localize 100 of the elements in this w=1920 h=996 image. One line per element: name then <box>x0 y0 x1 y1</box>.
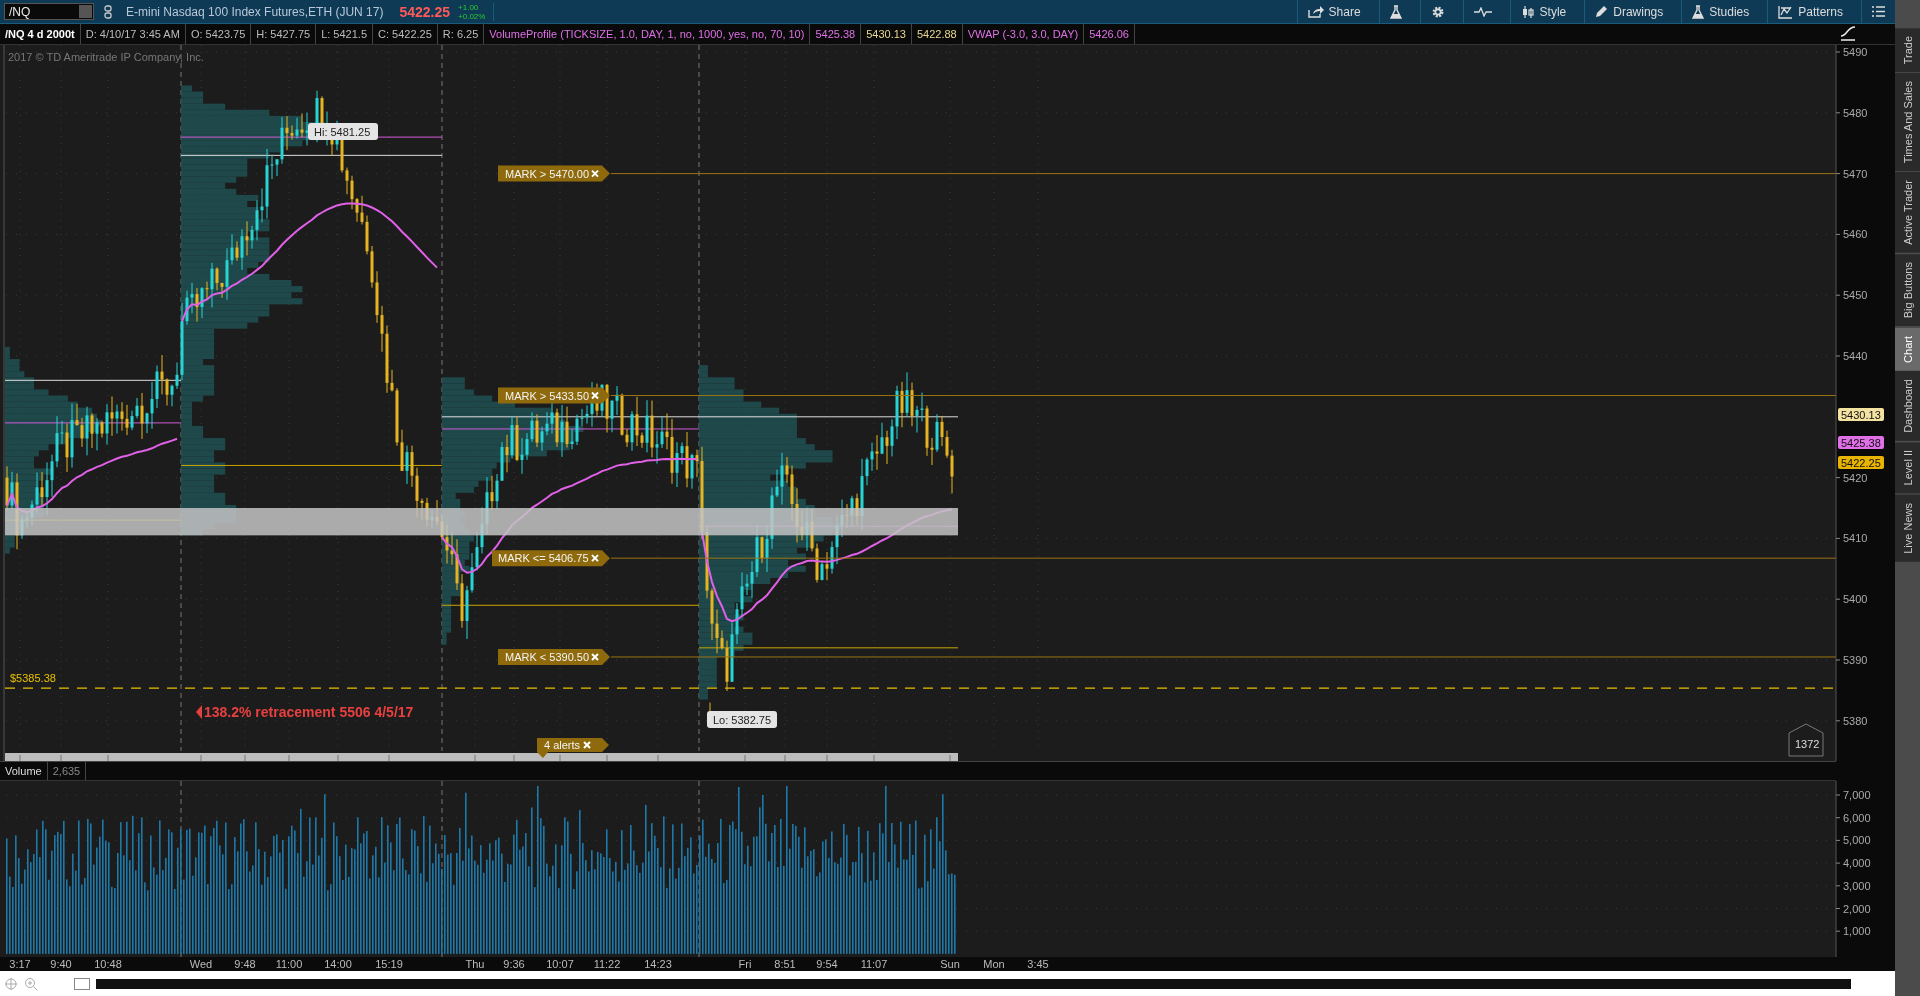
volume-tick-label: 3,000 <box>1843 879 1871 892</box>
time-axis-label: 14:23 <box>644 958 672 970</box>
ohlc-value: D: 4/10/17 3:45 AM <box>80 24 186 44</box>
time-axis-label: 9:54 <box>816 958 838 970</box>
price-tick-label: 5420 <box>1843 471 1868 484</box>
alerts-badge[interactable]: 4 alerts <box>537 738 609 758</box>
close-icon[interactable] <box>591 169 599 178</box>
study-value: VWAP (-3.0, 3.0, DAY) <box>962 24 1085 44</box>
price-tick-label: 5390 <box>1843 654 1868 666</box>
price-tick-label: 5400 <box>1843 593 1868 606</box>
volume-tick-label: 1,000 <box>1843 925 1871 938</box>
volume-tick-label: 5,000 <box>1843 834 1871 847</box>
left-triangle-icon <box>196 705 202 719</box>
volume-tick-label: 7,000 <box>1843 789 1871 801</box>
side-tab[interactable]: Level II <box>1895 442 1920 495</box>
rectangle-icon[interactable] <box>74 977 90 990</box>
ohlc-value: R: 6.25 <box>437 24 485 44</box>
flask-icon <box>1389 4 1402 19</box>
time-axis-label: 9:48 <box>234 958 256 970</box>
ohlc-value: C: 5422.25 <box>373 24 438 44</box>
price-marker: 5422.25 <box>1838 456 1884 469</box>
time-axis-label: 9:40 <box>50 958 72 970</box>
net-change: +1.00 <box>458 2 480 12</box>
price-tick-label: 5440 <box>1843 350 1868 362</box>
time-axis-label: 14:00 <box>324 958 352 970</box>
study-value: 5426.06 <box>1084 24 1135 44</box>
studies-button[interactable]: Studies <box>1681 0 1760 24</box>
time-axis-label: 9:36 <box>503 958 525 970</box>
study-value: VolumeProfile (TICKSIZE, 1.0, DAY, 1, no, 1000, yes, no, 70, 10) <box>484 24 811 44</box>
time-axis-label: 8:51 <box>774 958 796 970</box>
side-tab[interactable]: Trade <box>1895 28 1920 74</box>
share-button[interactable]: Share <box>1296 0 1371 24</box>
study-value: 5430.13 <box>861 24 912 44</box>
side-tab[interactable]: Times And Sales <box>1895 73 1920 173</box>
side-tab[interactable]: Dashboard <box>1895 371 1920 443</box>
drawings-button[interactable]: Drawings <box>1584 0 1674 24</box>
time-axis-label: 11:00 <box>275 958 303 970</box>
leader-line <box>709 702 711 712</box>
time-axis-label: Fri <box>738 958 752 970</box>
volume-value: 2,635 <box>47 762 87 780</box>
high-price-label: Hi: 5481.25 <box>308 123 378 140</box>
annotation-text: 138.2% retracement 5506 4/5/17 <box>204 704 414 720</box>
time-axis-label: 10:48 <box>94 958 122 970</box>
copyright-text: 2017 © TD Ameritrade IP Company, Inc. <box>8 51 204 63</box>
time-axis-label: 11:22 <box>593 958 621 970</box>
time-axis-label: 3:17 <box>9 958 31 970</box>
price-tick-label: 5450 <box>1843 289 1868 302</box>
volume-tick-label: 2,000 <box>1843 902 1871 915</box>
last-price: 5422.25 <box>399 3 451 20</box>
close-icon[interactable] <box>591 391 599 400</box>
time-axis-label: 3:45 <box>1027 958 1049 970</box>
pencil-icon <box>1595 5 1609 18</box>
study-value: 5422.88 <box>911 24 963 44</box>
price-tick-label: 5490 <box>1843 46 1868 58</box>
time-axis-label: Wed <box>189 958 213 970</box>
close-icon[interactable] <box>591 652 599 661</box>
flask-icon <box>1692 4 1705 19</box>
price-marker: 5430.13 <box>1838 408 1884 421</box>
chart-title: /NQ 4 d 2000t <box>0 24 81 44</box>
candle-icon <box>1520 4 1535 19</box>
time-axis-label: 11:07 <box>860 958 888 970</box>
menu-icon <box>1872 6 1885 17</box>
time-axis-label: Thu <box>465 958 485 970</box>
side-tab[interactable]: Active Trader <box>1895 172 1920 255</box>
price-tick-label: 5460 <box>1843 228 1868 241</box>
volume-label: Volume <box>0 762 48 780</box>
pulse-icon <box>1473 6 1492 17</box>
ohlc-value: H: 5427.75 <box>251 24 317 44</box>
side-tab[interactable]: Chart <box>1895 327 1920 372</box>
patterns-button[interactable]: Patterns <box>1767 0 1853 24</box>
side-tab[interactable]: Live News <box>1895 494 1920 563</box>
study-value: 5425.38 <box>810 24 862 44</box>
close-icon[interactable] <box>583 741 591 749</box>
volume-tick-label: 4,000 <box>1843 857 1871 870</box>
time-axis-label: Sun <box>940 958 960 970</box>
link-icon[interactable] <box>104 4 112 19</box>
share-icon <box>1307 5 1324 18</box>
ohlc-value: O: 5423.75 <box>185 24 252 44</box>
time-axis-label: 15:19 <box>375 958 403 970</box>
close-icon[interactable] <box>591 554 599 563</box>
time-axis-label: Mon <box>983 958 1005 970</box>
price-tick-label: 5380 <box>1843 714 1868 727</box>
pattern-icon <box>1778 4 1794 19</box>
volume-tick-label: 6,000 <box>1843 811 1871 824</box>
price-tick-label: 5410 <box>1843 532 1868 545</box>
side-tab[interactable]: Big Buttons <box>1895 254 1920 328</box>
scrollbar[interactable] <box>96 978 1851 989</box>
symbol-field[interactable]: /NQ <box>4 3 94 20</box>
time-axis-label: 10:07 <box>546 958 574 970</box>
price-marker: 5425.38 <box>1838 436 1884 449</box>
price-tick-label: 5470 <box>1843 167 1868 180</box>
ohlc-value: L: 5421.5 <box>316 24 373 44</box>
price-alert-tag[interactable]: MARK <= 5406.75 <box>492 550 610 567</box>
settings-icon <box>1430 4 1445 19</box>
style-button[interactable]: Style <box>1509 0 1577 24</box>
scale-icon[interactable] <box>1840 26 1856 42</box>
stop-price-label: $5385.38 <box>10 672 56 685</box>
percent-change: +0.02% <box>458 11 486 21</box>
low-price-label: Lo: 5382.75 <box>707 711 777 728</box>
instrument-description: E-mini Nasdaq 100 Index Futures,ETH (JUN 17) <box>126 4 384 19</box>
